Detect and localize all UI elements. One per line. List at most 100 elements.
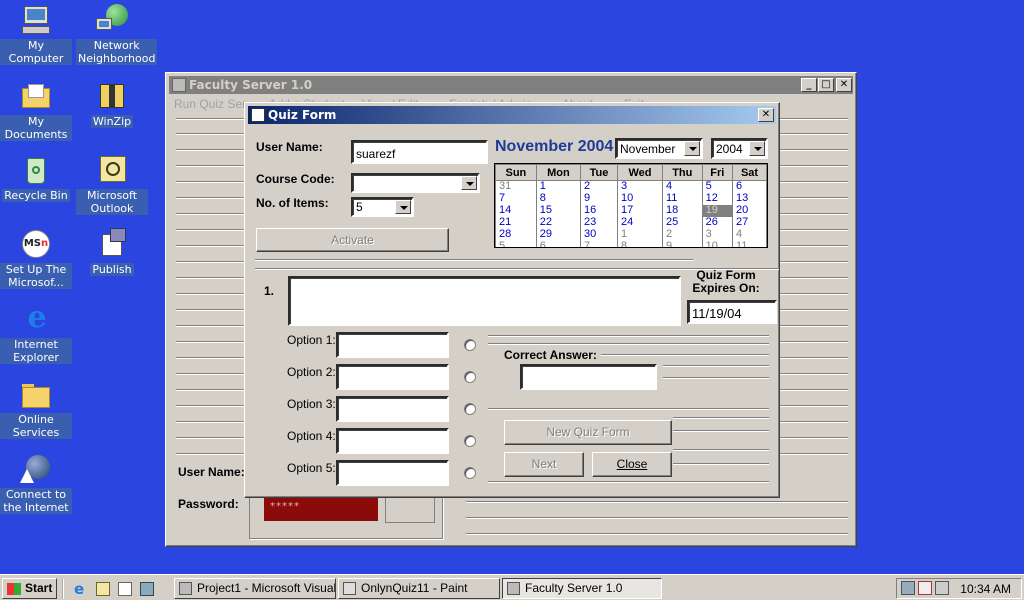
desktop-icon-publish[interactable]: Publish: [76, 228, 148, 276]
calendar-day[interactable]: 4: [661, 180, 703, 193]
ie-quicklaunch-icon[interactable]: e: [74, 581, 90, 597]
option-3-field[interactable]: [336, 396, 449, 422]
calendar-day[interactable]: 15: [535, 204, 581, 217]
close-form-button[interactable]: Close: [592, 452, 672, 477]
task-button-paint[interactable]: OnlynQuiz11 - Paint: [338, 578, 500, 599]
calendar-day[interactable]: 28: [495, 228, 537, 241]
outlook-quicklaunch-icon[interactable]: [96, 582, 110, 596]
calendar-day[interactable]: 3: [616, 180, 663, 193]
task-button-faculty-server[interactable]: Faculty Server 1.0: [502, 578, 662, 599]
month-select[interactable]: November: [615, 138, 703, 159]
calendar-day[interactable]: 20: [732, 204, 767, 217]
quiz-form-close-button[interactable]: ✕: [758, 108, 774, 122]
network-tray-icon[interactable]: [901, 581, 915, 595]
calendar-day[interactable]: 14: [495, 204, 537, 217]
calendar-day[interactable]: 2: [661, 228, 703, 241]
start-button[interactable]: Start: [2, 578, 57, 599]
calendar-day[interactable]: 23: [579, 216, 618, 229]
desktop-icon-setup-msn[interactable]: MSn Set Up The Microsof...: [0, 228, 72, 289]
option-4-field[interactable]: [336, 428, 449, 454]
month-calendar[interactable]: Sun Mon Tue Wed Thu Fri Sat 31 1 2 3 4 5 6 789…: [494, 163, 768, 248]
menu-item-run-quiz[interactable]: Run Quiz Serv: [174, 97, 252, 111]
calendar-day[interactable]: 16: [579, 204, 618, 217]
chevron-down-icon[interactable]: [749, 141, 765, 156]
channel-quicklaunch-icon[interactable]: [140, 582, 154, 596]
calendar-day[interactable]: 7: [579, 240, 618, 247]
option-3-radio[interactable]: [464, 403, 476, 415]
option-5-radio[interactable]: [464, 467, 476, 479]
next-button[interactable]: Next: [504, 452, 584, 477]
close-button[interactable]: ✕: [836, 78, 852, 92]
activate-button[interactable]: Activate: [256, 228, 449, 252]
desktop-icon-recycle-bin[interactable]: Recycle Bin: [0, 154, 72, 202]
option-2-field[interactable]: [336, 364, 449, 390]
calendar-day[interactable]: 1: [616, 228, 663, 241]
calendar-day[interactable]: 17: [616, 204, 663, 217]
task-button-project1[interactable]: Project1 - Microsoft Visual...: [174, 578, 336, 599]
option-1-field[interactable]: [336, 332, 449, 358]
calendar-day[interactable]: 10: [616, 192, 663, 205]
calendar-day[interactable]: 6: [732, 180, 767, 193]
calendar-day-selected[interactable]: 19: [701, 204, 734, 217]
password-field[interactable]: *****: [264, 495, 378, 521]
desktop-icon-my-computer[interactable]: My Computer: [0, 4, 72, 65]
calendar-day[interactable]: 29: [535, 228, 581, 241]
calendar-day[interactable]: 18: [661, 204, 703, 217]
desktop-icon-winzip[interactable]: WinZip: [76, 80, 148, 128]
calendar-day[interactable]: 8: [616, 240, 663, 247]
quiz-form-titlebar[interactable]: Quiz Form ✕: [248, 106, 776, 124]
clock[interactable]: 10:34 AM: [960, 581, 1011, 597]
calendar-day[interactable]: 21: [495, 216, 537, 229]
chevron-down-icon[interactable]: [684, 141, 700, 156]
calendar-day[interactable]: 30: [579, 228, 618, 241]
calendar-day[interactable]: 22: [535, 216, 581, 229]
calendar-day[interactable]: 12: [701, 192, 734, 205]
calendar-day[interactable]: 2: [579, 180, 618, 193]
calendar-day[interactable]: 9: [579, 192, 618, 205]
desktop-icon-my-documents[interactable]: My Documents: [0, 80, 72, 141]
calendar-day[interactable]: 10: [701, 240, 734, 247]
calendar-day[interactable]: 7: [495, 192, 537, 205]
option-2-radio[interactable]: [464, 371, 476, 383]
calendar-day[interactable]: 5: [495, 240, 537, 247]
new-quiz-form-button[interactable]: New Quiz Form: [504, 420, 672, 445]
calendar-day[interactable]: 27: [732, 216, 767, 229]
calendar-day[interactable]: 5: [701, 180, 734, 193]
expires-date-field[interactable]: 11/19/04: [687, 300, 777, 324]
login-button[interactable]: [385, 495, 435, 523]
option-1-radio[interactable]: [464, 339, 476, 351]
notepad-quicklaunch-icon[interactable]: [118, 582, 132, 596]
calendar-day[interactable]: 26: [701, 216, 734, 229]
maximize-button[interactable]: □: [818, 78, 834, 92]
calendar-day[interactable]: 11: [661, 192, 703, 205]
calendar-day[interactable]: 1: [535, 180, 581, 193]
option-5-field[interactable]: [336, 460, 449, 486]
course-code-combobox[interactable]: [351, 173, 480, 193]
user-name-field[interactable]: suarezf: [351, 140, 488, 164]
desktop-icon-internet-explorer[interactable]: e Internet Explorer: [0, 303, 72, 364]
no-items-combobox[interactable]: 5: [351, 197, 414, 217]
calendar-day[interactable]: 31: [495, 180, 537, 193]
option-4-radio[interactable]: [464, 435, 476, 447]
calendar-day[interactable]: 6: [535, 240, 581, 247]
calendar-day[interactable]: 3: [701, 228, 734, 241]
desktop-icon-network-neighborhood[interactable]: Network Neighborhood: [76, 4, 158, 65]
calendar-day[interactable]: 4: [732, 228, 767, 241]
calendar-day[interactable]: 11: [732, 240, 767, 247]
antivirus-tray-icon[interactable]: [918, 581, 932, 595]
year-select[interactable]: 2004: [711, 138, 768, 159]
correct-answer-field[interactable]: [520, 364, 657, 390]
calendar-day[interactable]: 8: [535, 192, 581, 205]
chevron-down-icon[interactable]: [395, 200, 411, 214]
volume-tray-icon[interactable]: [935, 581, 949, 595]
desktop-icon-microsoft-outlook[interactable]: Microsoft Outlook: [76, 154, 148, 215]
minimize-button[interactable]: _: [801, 78, 817, 92]
chevron-down-icon[interactable]: [461, 176, 477, 190]
calendar-day[interactable]: 13: [732, 192, 767, 205]
calendar-day[interactable]: 9: [661, 240, 703, 247]
calendar-day[interactable]: 24: [616, 216, 663, 229]
calendar-day[interactable]: 25: [661, 216, 703, 229]
desktop-icon-online-services[interactable]: Online Services: [0, 378, 72, 439]
desktop-icon-connect-internet[interactable]: Connect to the Internet: [0, 453, 72, 514]
question-textarea[interactable]: [288, 276, 681, 326]
